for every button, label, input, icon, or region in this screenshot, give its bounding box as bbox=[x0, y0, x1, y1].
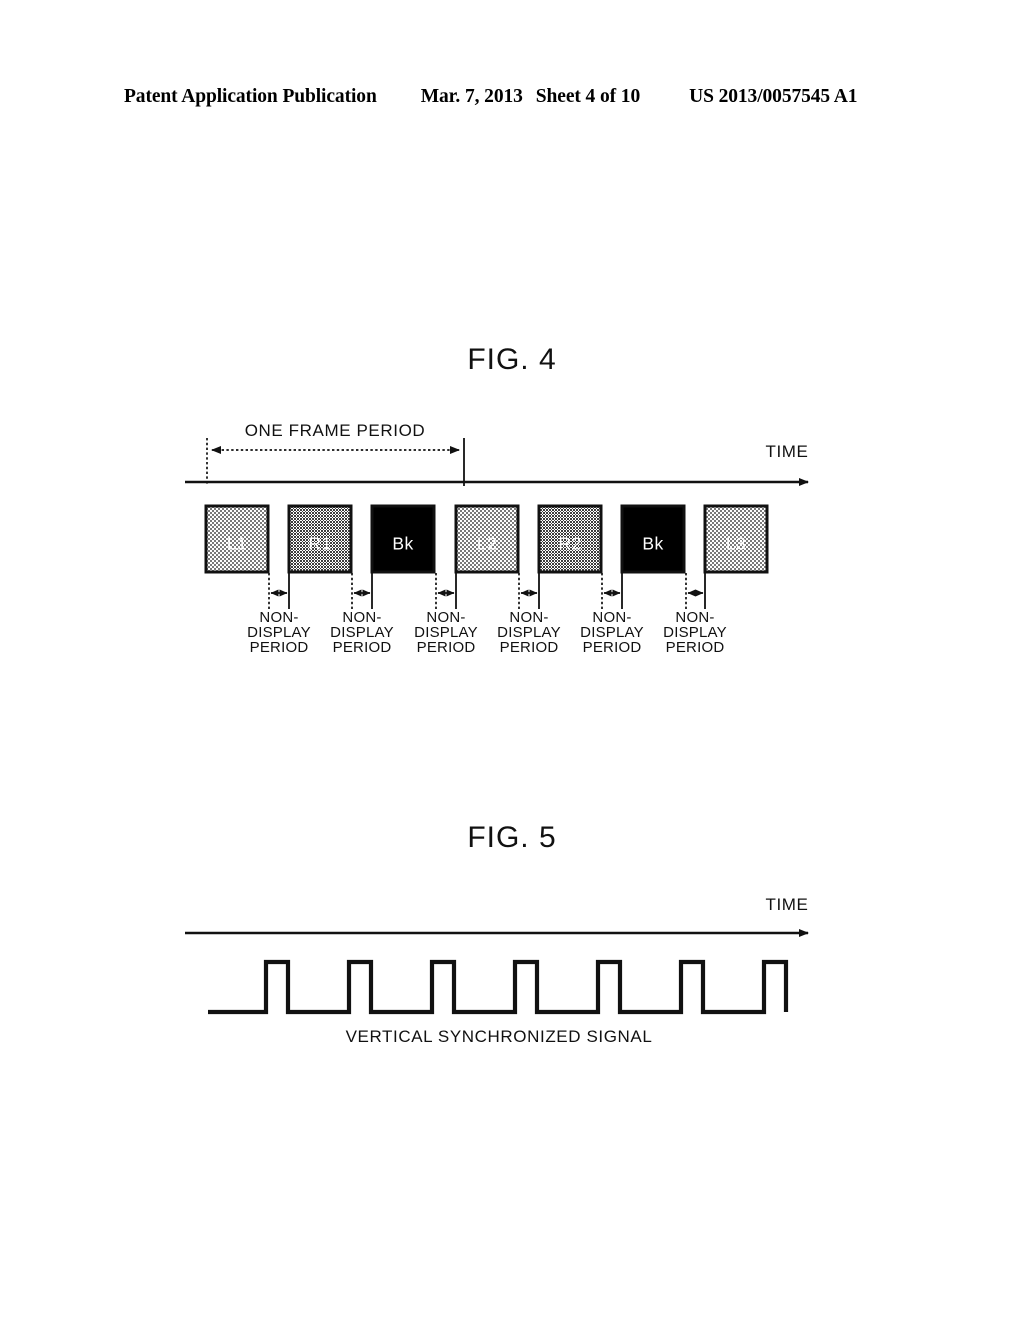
frame-block-label: R2 bbox=[558, 534, 581, 554]
frame-block-group: L1 R1 Bk L2 R2 Bk L3 bbox=[204, 504, 769, 574]
frame-block-label: L3 bbox=[726, 534, 746, 554]
non-display-label-line3: PERIOD bbox=[666, 639, 725, 656]
header-date: Mar. 7, 2013 bbox=[420, 86, 523, 107]
fig5-time-label: TIME bbox=[765, 895, 808, 914]
frame-block-label: Bk bbox=[392, 534, 413, 554]
frame-block-label: R1 bbox=[308, 534, 331, 554]
frame-block-label: L1 bbox=[227, 534, 247, 554]
non-display-label-line3: PERIOD bbox=[333, 639, 392, 656]
non-display-period-6: NON- DISPLAY PERIOD bbox=[663, 573, 727, 656]
vertical-sync-waveform bbox=[208, 959, 789, 1015]
figure-5-title: FIG. 5 bbox=[467, 821, 557, 854]
non-display-period-3: NON- DISPLAY PERIOD bbox=[414, 573, 478, 656]
frame-block-l3: L3 bbox=[703, 504, 769, 574]
frame-block-r1: R1 bbox=[287, 504, 353, 574]
non-display-label-line3: PERIOD bbox=[417, 639, 476, 656]
figure-4-title: FIG. 4 bbox=[467, 343, 557, 376]
one-frame-period-label: ONE FRAME PERIOD bbox=[245, 421, 426, 440]
non-display-label-line3: PERIOD bbox=[583, 639, 642, 656]
page-header: Patent Application Publication Mar. 7, 2… bbox=[124, 86, 900, 112]
non-display-period-2: NON- DISPLAY PERIOD bbox=[330, 573, 394, 656]
frame-block-bk-1: Bk bbox=[370, 504, 436, 574]
non-display-period-4: NON- DISPLAY PERIOD bbox=[497, 573, 561, 656]
frame-block-label: Bk bbox=[642, 534, 663, 554]
non-display-period-1: NON- DISPLAY PERIOD bbox=[247, 573, 311, 656]
non-display-period-5: NON- DISPLAY PERIOD bbox=[580, 573, 644, 656]
header-publication: Patent Application Publication bbox=[124, 86, 377, 107]
frame-block-label: L2 bbox=[477, 534, 497, 554]
non-display-label-line3: PERIOD bbox=[500, 639, 559, 656]
fig4-time-label: TIME bbox=[765, 442, 808, 461]
frame-block-r2: R2 bbox=[537, 504, 603, 574]
header-publication-number: US 2013/0057545 A1 bbox=[689, 86, 858, 107]
non-display-label-line3: PERIOD bbox=[250, 639, 309, 656]
vertical-sync-signal-label: VERTICAL SYNCHRONIZED SIGNAL bbox=[346, 1027, 653, 1046]
frame-block-l1: L1 bbox=[204, 504, 270, 574]
non-display-period-group: NON- DISPLAY PERIOD NON- DISPLAY PERIOD … bbox=[247, 573, 727, 656]
frame-block-l2: L2 bbox=[454, 504, 520, 574]
header-sheet: Sheet 4 of 10 bbox=[535, 86, 641, 107]
frame-block-bk-2: Bk bbox=[620, 504, 686, 574]
